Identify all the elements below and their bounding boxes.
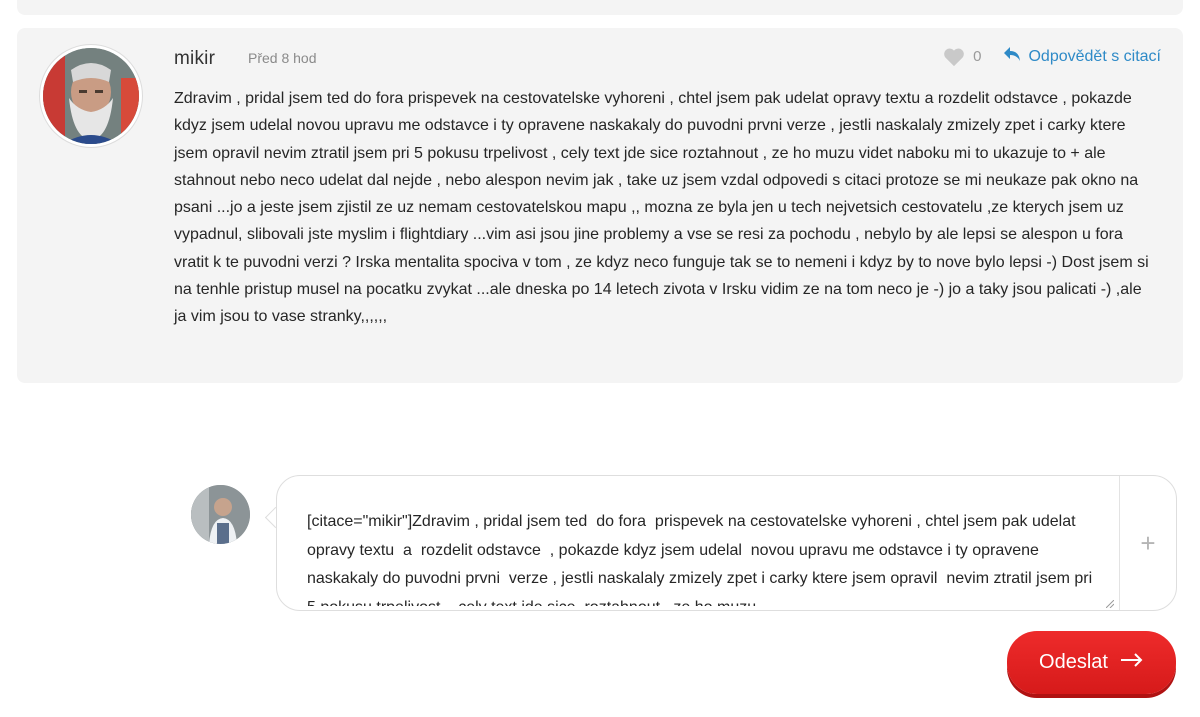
author-avatar[interactable]: [40, 45, 142, 147]
previous-comment-card: [17, 0, 1183, 15]
reply-textarea[interactable]: [citace="mikir"]Zdravim , pridal jsem te…: [307, 508, 1097, 606]
comment-author[interactable]: mikir: [174, 48, 215, 70]
comment-actions: 0 Odpovědět s citací: [943, 46, 1161, 67]
reply-editor: [citace="mikir"]Zdravim , pridal jsem te…: [276, 475, 1177, 611]
send-button[interactable]: Odeslat: [1007, 631, 1176, 694]
author-avatar-image: [43, 48, 139, 144]
comment-card: mikir Před 8 hod 0 Odpovědět s citací Zd…: [17, 28, 1183, 383]
user-avatar: [191, 485, 250, 544]
comment-body: Zdravim , pridal jsem ted do fora prispe…: [174, 90, 1149, 326]
like-count: 0: [973, 48, 982, 65]
heart-icon[interactable]: [943, 47, 965, 67]
resize-handle-icon[interactable]: [1105, 595, 1115, 613]
comment-time: Před 8 hod: [248, 50, 317, 66]
reply-arrow-icon: [1003, 46, 1021, 67]
plus-icon[interactable]: +: [1120, 476, 1176, 610]
reply-with-quote-label: Odpovědět s citací: [1028, 47, 1161, 65]
send-button-label: Odeslat: [1039, 651, 1108, 673]
arrow-right-icon: [1120, 651, 1144, 674]
reply-with-quote-link[interactable]: Odpovědět s citací: [1003, 46, 1161, 67]
